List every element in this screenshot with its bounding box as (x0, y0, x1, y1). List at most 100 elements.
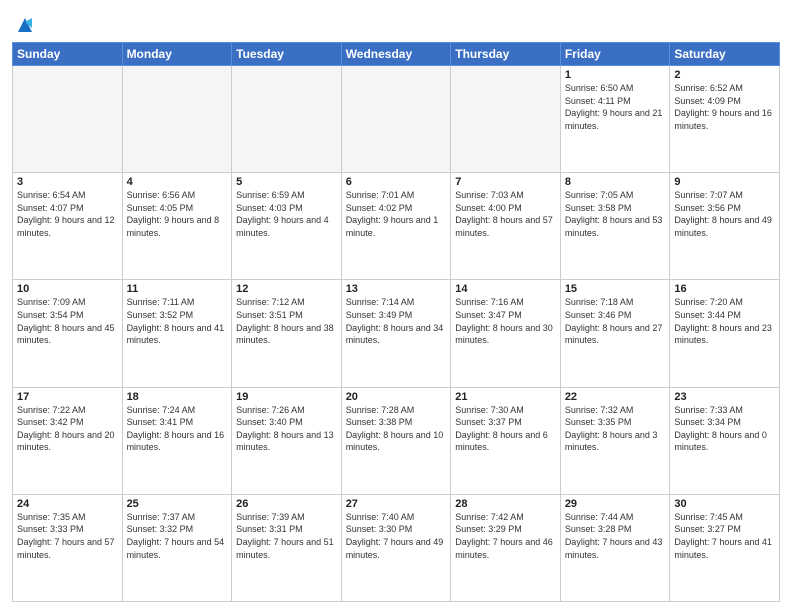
calendar-cell: 18Sunrise: 7:24 AM Sunset: 3:41 PM Dayli… (122, 387, 232, 494)
calendar-cell: 12Sunrise: 7:12 AM Sunset: 3:51 PM Dayli… (232, 280, 342, 387)
day-info: Sunrise: 7:26 AM Sunset: 3:40 PM Dayligh… (236, 404, 337, 454)
day-number: 14 (455, 283, 556, 295)
day-info: Sunrise: 7:33 AM Sunset: 3:34 PM Dayligh… (674, 404, 775, 454)
day-info: Sunrise: 7:32 AM Sunset: 3:35 PM Dayligh… (565, 404, 666, 454)
calendar-header-friday: Friday (560, 43, 670, 66)
calendar-cell: 27Sunrise: 7:40 AM Sunset: 3:30 PM Dayli… (341, 494, 451, 601)
day-number: 6 (346, 176, 447, 188)
calendar-header-sunday: Sunday (13, 43, 123, 66)
day-number: 28 (455, 498, 556, 510)
day-info: Sunrise: 7:44 AM Sunset: 3:28 PM Dayligh… (565, 511, 666, 561)
day-number: 25 (127, 498, 228, 510)
day-info: Sunrise: 7:03 AM Sunset: 4:00 PM Dayligh… (455, 189, 556, 239)
day-info: Sunrise: 7:42 AM Sunset: 3:29 PM Dayligh… (455, 511, 556, 561)
calendar-cell: 16Sunrise: 7:20 AM Sunset: 3:44 PM Dayli… (670, 280, 780, 387)
day-number: 10 (17, 283, 118, 295)
day-number: 2 (674, 69, 775, 81)
day-info: Sunrise: 7:07 AM Sunset: 3:56 PM Dayligh… (674, 189, 775, 239)
day-number: 7 (455, 176, 556, 188)
calendar-cell: 19Sunrise: 7:26 AM Sunset: 3:40 PM Dayli… (232, 387, 342, 494)
calendar-cell: 20Sunrise: 7:28 AM Sunset: 3:38 PM Dayli… (341, 387, 451, 494)
calendar-cell: 29Sunrise: 7:44 AM Sunset: 3:28 PM Dayli… (560, 494, 670, 601)
calendar-cell: 3Sunrise: 6:54 AM Sunset: 4:07 PM Daylig… (13, 173, 123, 280)
day-number: 12 (236, 283, 337, 295)
page: SundayMondayTuesdayWednesdayThursdayFrid… (0, 0, 792, 612)
calendar-cell: 23Sunrise: 7:33 AM Sunset: 3:34 PM Dayli… (670, 387, 780, 494)
day-info: Sunrise: 6:56 AM Sunset: 4:05 PM Dayligh… (127, 189, 228, 239)
calendar-cell: 24Sunrise: 7:35 AM Sunset: 3:33 PM Dayli… (13, 494, 123, 601)
calendar-week-1: 1Sunrise: 6:50 AM Sunset: 4:11 PM Daylig… (13, 66, 780, 173)
day-number: 22 (565, 391, 666, 403)
day-number: 5 (236, 176, 337, 188)
calendar-cell: 30Sunrise: 7:45 AM Sunset: 3:27 PM Dayli… (670, 494, 780, 601)
calendar-week-3: 10Sunrise: 7:09 AM Sunset: 3:54 PM Dayli… (13, 280, 780, 387)
day-info: Sunrise: 7:24 AM Sunset: 3:41 PM Dayligh… (127, 404, 228, 454)
day-info: Sunrise: 7:22 AM Sunset: 3:42 PM Dayligh… (17, 404, 118, 454)
day-number: 16 (674, 283, 775, 295)
calendar-week-5: 24Sunrise: 7:35 AM Sunset: 3:33 PM Dayli… (13, 494, 780, 601)
calendar-cell: 22Sunrise: 7:32 AM Sunset: 3:35 PM Dayli… (560, 387, 670, 494)
calendar-cell: 6Sunrise: 7:01 AM Sunset: 4:02 PM Daylig… (341, 173, 451, 280)
day-number: 24 (17, 498, 118, 510)
day-number: 20 (346, 391, 447, 403)
day-info: Sunrise: 7:01 AM Sunset: 4:02 PM Dayligh… (346, 189, 447, 239)
calendar-cell: 11Sunrise: 7:11 AM Sunset: 3:52 PM Dayli… (122, 280, 232, 387)
day-info: Sunrise: 7:39 AM Sunset: 3:31 PM Dayligh… (236, 511, 337, 561)
calendar-cell: 21Sunrise: 7:30 AM Sunset: 3:37 PM Dayli… (451, 387, 561, 494)
calendar-header-wednesday: Wednesday (341, 43, 451, 66)
day-info: Sunrise: 7:14 AM Sunset: 3:49 PM Dayligh… (346, 296, 447, 346)
calendar-cell: 26Sunrise: 7:39 AM Sunset: 3:31 PM Dayli… (232, 494, 342, 601)
calendar-cell (232, 66, 342, 173)
day-info: Sunrise: 7:05 AM Sunset: 3:58 PM Dayligh… (565, 189, 666, 239)
calendar-cell (341, 66, 451, 173)
calendar-cell: 9Sunrise: 7:07 AM Sunset: 3:56 PM Daylig… (670, 173, 780, 280)
day-number: 29 (565, 498, 666, 510)
day-info: Sunrise: 7:30 AM Sunset: 3:37 PM Dayligh… (455, 404, 556, 454)
day-number: 18 (127, 391, 228, 403)
day-info: Sunrise: 7:35 AM Sunset: 3:33 PM Dayligh… (17, 511, 118, 561)
calendar-cell: 13Sunrise: 7:14 AM Sunset: 3:49 PM Dayli… (341, 280, 451, 387)
calendar-cell (13, 66, 123, 173)
day-number: 4 (127, 176, 228, 188)
day-number: 21 (455, 391, 556, 403)
day-number: 19 (236, 391, 337, 403)
day-number: 23 (674, 391, 775, 403)
day-info: Sunrise: 7:37 AM Sunset: 3:32 PM Dayligh… (127, 511, 228, 561)
day-number: 9 (674, 176, 775, 188)
calendar-cell: 25Sunrise: 7:37 AM Sunset: 3:32 PM Dayli… (122, 494, 232, 601)
day-number: 27 (346, 498, 447, 510)
day-info: Sunrise: 7:45 AM Sunset: 3:27 PM Dayligh… (674, 511, 775, 561)
day-number: 26 (236, 498, 337, 510)
day-info: Sunrise: 7:28 AM Sunset: 3:38 PM Dayligh… (346, 404, 447, 454)
calendar-cell: 10Sunrise: 7:09 AM Sunset: 3:54 PM Dayli… (13, 280, 123, 387)
day-info: Sunrise: 6:52 AM Sunset: 4:09 PM Dayligh… (674, 82, 775, 132)
calendar-cell: 1Sunrise: 6:50 AM Sunset: 4:11 PM Daylig… (560, 66, 670, 173)
calendar-header-monday: Monday (122, 43, 232, 66)
day-info: Sunrise: 7:18 AM Sunset: 3:46 PM Dayligh… (565, 296, 666, 346)
day-info: Sunrise: 6:50 AM Sunset: 4:11 PM Dayligh… (565, 82, 666, 132)
day-info: Sunrise: 7:20 AM Sunset: 3:44 PM Dayligh… (674, 296, 775, 346)
day-number: 3 (17, 176, 118, 188)
day-info: Sunrise: 6:59 AM Sunset: 4:03 PM Dayligh… (236, 189, 337, 239)
day-info: Sunrise: 7:11 AM Sunset: 3:52 PM Dayligh… (127, 296, 228, 346)
calendar-cell: 5Sunrise: 6:59 AM Sunset: 4:03 PM Daylig… (232, 173, 342, 280)
day-info: Sunrise: 7:40 AM Sunset: 3:30 PM Dayligh… (346, 511, 447, 561)
day-number: 30 (674, 498, 775, 510)
calendar-header-row: SundayMondayTuesdayWednesdayThursdayFrid… (13, 43, 780, 66)
calendar-cell: 14Sunrise: 7:16 AM Sunset: 3:47 PM Dayli… (451, 280, 561, 387)
day-number: 15 (565, 283, 666, 295)
calendar-header-tuesday: Tuesday (232, 43, 342, 66)
calendar-cell: 17Sunrise: 7:22 AM Sunset: 3:42 PM Dayli… (13, 387, 123, 494)
day-info: Sunrise: 6:54 AM Sunset: 4:07 PM Dayligh… (17, 189, 118, 239)
calendar-header-saturday: Saturday (670, 43, 780, 66)
calendar-cell: 2Sunrise: 6:52 AM Sunset: 4:09 PM Daylig… (670, 66, 780, 173)
day-info: Sunrise: 7:12 AM Sunset: 3:51 PM Dayligh… (236, 296, 337, 346)
header (12, 10, 780, 36)
day-number: 8 (565, 176, 666, 188)
day-number: 17 (17, 391, 118, 403)
day-number: 13 (346, 283, 447, 295)
calendar-cell: 28Sunrise: 7:42 AM Sunset: 3:29 PM Dayli… (451, 494, 561, 601)
calendar-table: SundayMondayTuesdayWednesdayThursdayFrid… (12, 42, 780, 602)
day-number: 1 (565, 69, 666, 81)
logo (12, 14, 36, 36)
